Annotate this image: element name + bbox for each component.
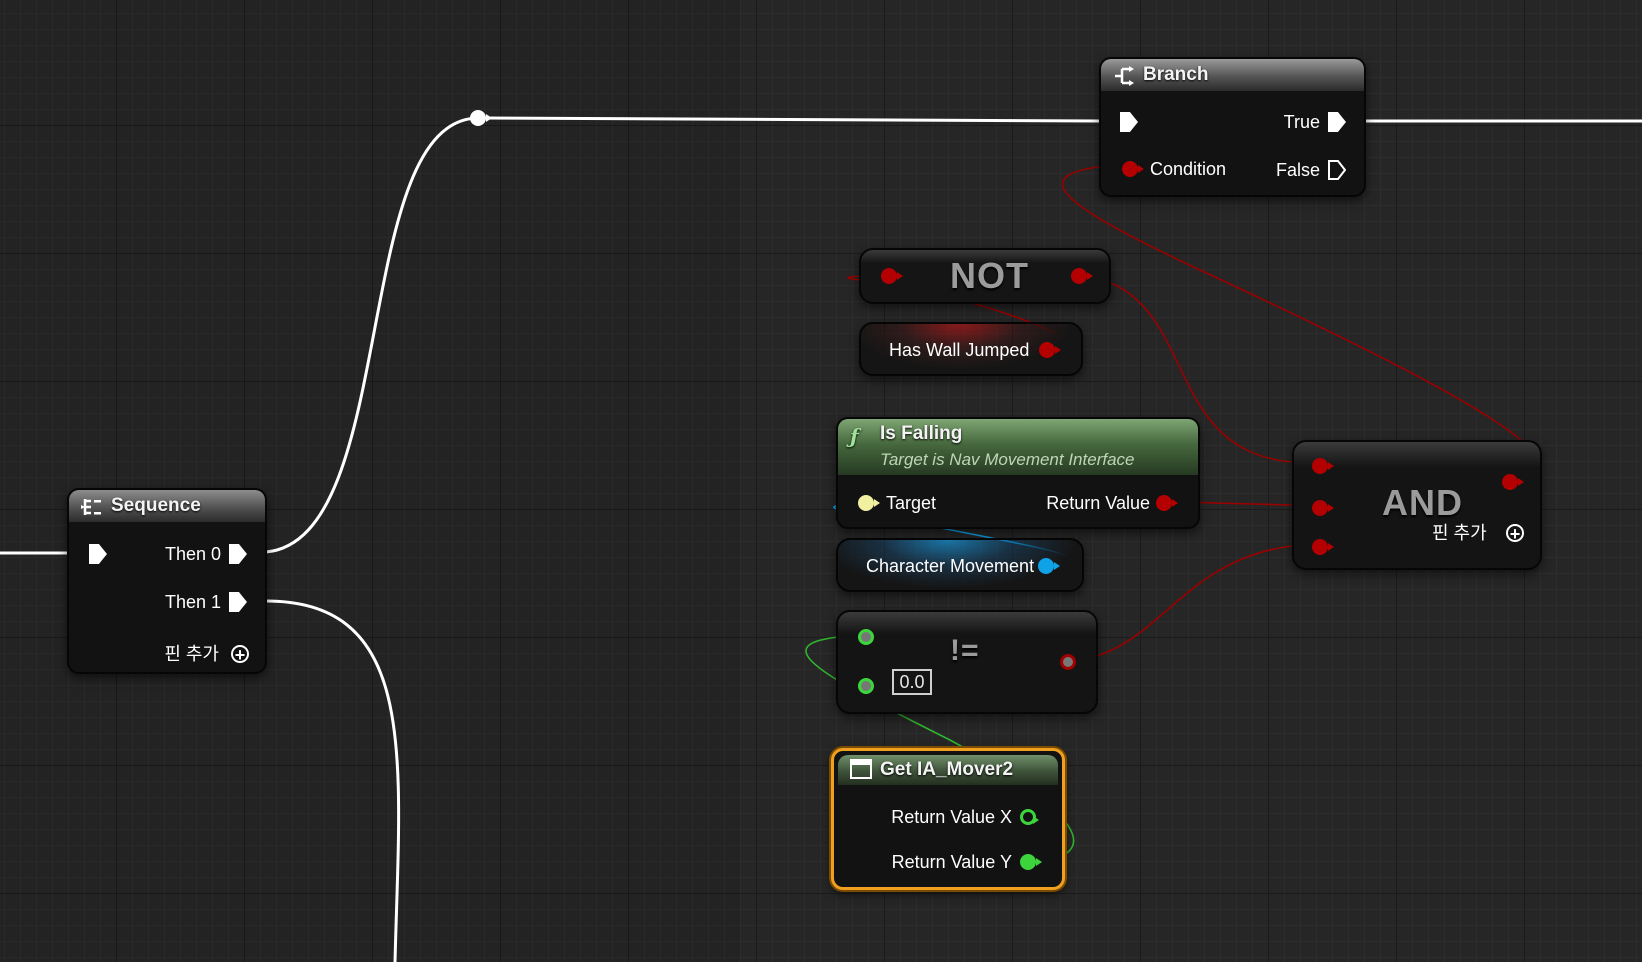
- sequence-header: Sequence: [69, 490, 265, 522]
- not-output-pin[interactable]: [1071, 268, 1093, 284]
- has-wall-jumped-node[interactable]: Has Wall Jumped: [859, 322, 1083, 376]
- character-movement-output-pin[interactable]: [1038, 558, 1060, 574]
- sequence-then1-pin[interactable]: [229, 592, 247, 612]
- not-equal-default-value-input[interactable]: 0.0: [892, 669, 932, 695]
- branch-condition-label: Condition: [1150, 159, 1227, 179]
- branch-false-label: False: [1275, 160, 1320, 180]
- branch-true-pin[interactable]: [1328, 112, 1346, 132]
- get-ia-mover2-return-y-pin[interactable]: [1020, 854, 1042, 870]
- branch-exec-input-pin[interactable]: [1120, 112, 1138, 132]
- branch-false-pin[interactable]: [1328, 160, 1346, 180]
- sequence-title: Sequence: [111, 495, 201, 516]
- branch-icon: [1113, 65, 1135, 86]
- branch-node[interactable]: Branch True Condition False: [1099, 57, 1366, 197]
- and-input-b-pin[interactable]: [1312, 500, 1334, 516]
- sequence-add-pin-label: 핀 추가: [164, 644, 219, 664]
- and-title: AND: [1382, 482, 1463, 523]
- sequence-then0-label: Then 0: [164, 544, 221, 564]
- is-falling-header: ƒ Is Falling Target is Nav Movement Inte…: [838, 419, 1198, 475]
- and-add-pin-label: 핀 추가: [1432, 523, 1487, 543]
- get-ia-mover2-return-y-label: Return Value Y: [891, 852, 1012, 872]
- get-ia-mover2-title: Get IA_Mover2: [880, 759, 1014, 780]
- sequence-exec-input-pin[interactable]: [89, 544, 107, 564]
- is-falling-target-label: Target: [886, 493, 937, 513]
- is-falling-subtitle: Target is Nav Movement Interface: [880, 450, 1135, 469]
- character-movement-label: Character Movement: [866, 556, 1035, 576]
- get-ia-mover2-node[interactable]: Get IA_Mover2 Return Value X Return Valu…: [831, 748, 1065, 890]
- is-falling-title: Is Falling: [880, 423, 963, 444]
- and-node[interactable]: AND 핀 추가 +: [1292, 440, 1542, 570]
- not-equal-title: !=: [950, 634, 980, 667]
- struct-icon: [850, 759, 872, 779]
- not-input-pin[interactable]: [881, 268, 903, 284]
- get-ia-mover2-return-x-pin[interactable]: [1020, 809, 1039, 825]
- branch-true-label: True: [1283, 112, 1320, 132]
- is-falling-return-label: Return Value: [1046, 493, 1150, 513]
- has-wall-jumped-label: Has Wall Jumped: [889, 340, 1030, 360]
- is-falling-target-pin[interactable]: [858, 495, 880, 511]
- and-input-c-pin[interactable]: [1312, 539, 1334, 555]
- not-equal-node[interactable]: 0.0 !=: [836, 610, 1098, 714]
- character-movement-node[interactable]: Character Movement: [836, 538, 1084, 592]
- get-ia-mover2-header: Get IA_Mover2: [838, 755, 1058, 785]
- get-ia-mover2-return-x-label: Return Value X: [891, 807, 1012, 827]
- sequence-icon: [81, 496, 103, 516]
- not-equal-input-a-pin[interactable]: [858, 629, 874, 645]
- sequence-then1-label: Then 1: [164, 592, 221, 612]
- sequence-then0-pin[interactable]: [229, 544, 247, 564]
- sequence-node[interactable]: Sequence Then 0 Then 1 핀 추가 +: [67, 488, 267, 674]
- not-equal-output-pin[interactable]: [1060, 654, 1076, 670]
- has-wall-jumped-output-pin[interactable]: [1039, 342, 1061, 358]
- is-falling-return-pin[interactable]: [1156, 495, 1178, 511]
- branch-header: Branch: [1101, 59, 1364, 91]
- not-equal-input-b-pin[interactable]: [858, 678, 874, 694]
- and-input-a-pin[interactable]: [1312, 458, 1334, 474]
- not-title: NOT: [950, 255, 1029, 296]
- is-falling-node[interactable]: ƒ Is Falling Target is Nav Movement Inte…: [836, 417, 1200, 529]
- function-icon: ƒ: [850, 424, 859, 448]
- not-node[interactable]: NOT: [859, 248, 1111, 304]
- branch-condition-pin[interactable]: [1122, 161, 1144, 177]
- and-add-pin-icon[interactable]: +: [1506, 524, 1524, 543]
- and-output-pin[interactable]: [1502, 474, 1524, 490]
- branch-title: Branch: [1143, 64, 1209, 85]
- sequence-add-pin-icon[interactable]: +: [231, 645, 249, 664]
